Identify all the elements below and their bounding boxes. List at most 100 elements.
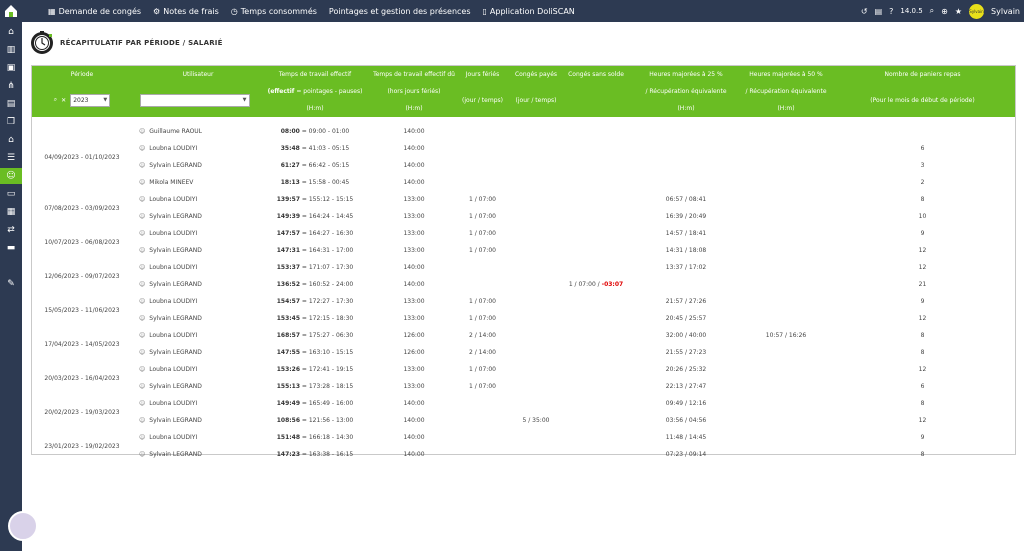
user-name: Loubna LOUDIYI [149,400,198,407]
user-cell[interactable]: ☺ Loubna LOUDIYI [132,140,257,157]
history-icon[interactable]: ↺ [861,7,868,16]
overtime-25-cell: 06:57 / 08:41 [665,196,707,203]
users-icon[interactable]: ☺ [0,168,22,184]
user-name: Loubna LOUDIYI [149,366,198,373]
effective-time-cell: 08:00 = 09:00 - 01:00 [257,123,373,140]
top-menu-item[interactable]: ◷ Temps consommés [231,7,317,16]
year-select[interactable]: 2023 ▼ [70,93,111,107]
col-subheader-tte: (effectif = pointages - pauses) [257,83,373,100]
top-menu-label: Application DoliSCAN [489,6,575,16]
user-cell[interactable]: ☺ Sylvain LEGRAND [132,378,257,395]
folder-icon[interactable]: ▭ [0,186,22,202]
phone-icon: ▯ [482,6,487,16]
building-icon[interactable]: ▥ [0,42,22,58]
paid-leave-cell [510,225,562,242]
user-cell[interactable]: ☺ Guillaume RAOUL [132,123,257,140]
table-row: 12/06/2023 - 09/07/2023 ☺ Loubna LOUDIYI 15… [32,259,1015,280]
search-icon[interactable]: ⌕ [54,96,57,104]
help-widget-icon[interactable] [8,511,38,541]
unpaid-leave-cell: 1 / 07:00 / -03:07 [562,276,630,293]
user-name[interactable]: Sylvain [991,7,1020,16]
meal-baskets-cell: 12 [918,417,927,424]
col-header-conges-sans-solde: Congés sans solde [562,66,630,83]
exchange-icon[interactable]: ⇄ [0,222,22,238]
user-select[interactable]: ▼ [139,93,250,107]
card-icon[interactable]: ▬ [0,240,22,256]
user-icon: ☺ [139,417,146,424]
effective-time-formula: = 66:42 - 05:15 [299,162,350,169]
user-cell[interactable]: ☺ Loubna LOUDIYI [132,225,257,242]
paid-leave-cell [510,361,562,378]
user-cell[interactable]: ☺ Sylvain LEGRAND [132,276,257,293]
user-cell[interactable]: ☺ Sylvain LEGRAND [132,412,257,429]
user-cell[interactable]: ☺ Mikola MINEEV [132,174,257,191]
col-header-utilisateur[interactable]: Utilisateur [132,66,257,83]
unpaid-leave-cell [562,208,630,225]
plus-icon[interactable]: ⊕ [941,7,948,16]
due-time-cell: 140:00 [403,434,425,441]
effective-time-total: 155:13 [276,383,301,390]
table-row: ☺ Sylvain LEGRAND 61:27 = 66:42 - 05:15 140… [32,157,1015,174]
copy-icon[interactable]: ❐ [0,114,22,130]
list-icon[interactable]: ☰ [0,150,22,166]
clear-filter-icon[interactable]: ✕ [61,97,66,104]
top-right-tools: ↺ ▤ ? 14.0.5 ⌕ ⊕ ★ Sylvain Sylvain [861,0,1020,22]
user-name: Sylvain LEGRAND [149,383,202,390]
paid-leave-cell [510,140,562,157]
search-icon[interactable]: ⌕ [930,6,934,16]
wrench-icon[interactable]: ✎ [0,276,22,292]
user-cell[interactable]: ☺ Loubna LOUDIYI [132,361,257,378]
user-cell[interactable]: ☺ Sylvain LEGRAND [132,242,257,259]
overtime-25-cell: 13:37 / 17:02 [665,264,707,271]
user-cell[interactable]: ☺ Sylvain LEGRAND [132,344,257,361]
user-cell[interactable]: ☺ Loubna LOUDIYI [132,395,257,412]
home-icon[interactable]: ⌂ [0,24,22,40]
grid-icon[interactable]: ▦ [0,204,22,220]
user-cell[interactable]: ☺ Loubna LOUDIYI [132,327,257,344]
user-cell[interactable]: ☺ Sylvain LEGRAND [132,446,257,463]
effective-time-total: 168:57 [276,332,301,339]
paid-leave-cell [510,157,562,174]
overtime-25-cell: 09:49 / 12:16 [665,400,707,407]
effective-time-total: 151:48 [276,434,301,441]
user-cell[interactable]: ☺ Loubna LOUDIYI [132,191,257,208]
meal-baskets-cell: 9 [920,298,925,305]
document-icon[interactable]: ▤ [0,96,22,112]
help-icon[interactable]: ? [889,7,893,16]
user-cell[interactable]: ☺ Sylvain LEGRAND [132,208,257,225]
top-menu-item[interactable]: ▯ Application DoliSCAN [483,7,575,16]
box-icon[interactable]: ▣ [0,60,22,76]
meal-baskets-cell: 8 [920,400,925,407]
top-menu-label: Notes de frais [163,6,219,16]
star-icon[interactable]: ★ [955,7,962,16]
user-name: Sylvain LEGRAND [149,417,202,424]
overtime-50-cell [742,123,830,140]
avatar[interactable]: Sylvain [969,3,985,19]
period-cell: 07/08/2023 - 03/09/2023 [44,204,120,212]
user-cell[interactable]: ☺ Sylvain LEGRAND [132,157,257,174]
top-menu-item[interactable]: ⚙ Notes de frais [153,7,219,16]
user-icon: ☺ [139,213,146,220]
user-icon: ☺ [139,315,146,322]
col-header-periode[interactable]: Période [32,66,132,83]
overtime-25-cell [630,174,742,191]
user-name: Sylvain LEGRAND [149,162,202,169]
user-cell[interactable]: ☺ Sylvain LEGRAND [132,310,257,327]
top-menu-item[interactable]: Pointages et gestion des présences [329,7,471,16]
hierarchy-icon[interactable]: ⋔ [0,78,22,94]
meal-baskets-cell: 8 [920,332,925,339]
unpaid-leave-cell [562,378,630,395]
table-row: ☺ Sylvain LEGRAND 153:45 = 172:15 - 18:30 1… [32,310,1015,327]
bank-icon[interactable]: ⌂ [0,132,22,148]
effective-time-cell: 147:31 = 164:31 - 17:00 [257,242,373,259]
unpaid-leave-cell [562,140,630,157]
user-cell[interactable]: ☺ Loubna LOUDIYI [132,429,257,446]
print-icon[interactable]: ▤ [875,7,883,16]
user-cell[interactable]: ☺ Loubna LOUDIYI [132,293,257,310]
period-cell: 15/05/2023 - 11/06/2023 [44,306,120,314]
home-logo-icon[interactable] [0,0,22,22]
public-holidays-cell: 1 / 07:00 [469,213,496,220]
overtime-50-cell [742,242,830,259]
top-menu-item[interactable]: ▦ Demande de congés [48,7,141,16]
user-cell[interactable]: ☺ Loubna LOUDIYI [132,259,257,276]
